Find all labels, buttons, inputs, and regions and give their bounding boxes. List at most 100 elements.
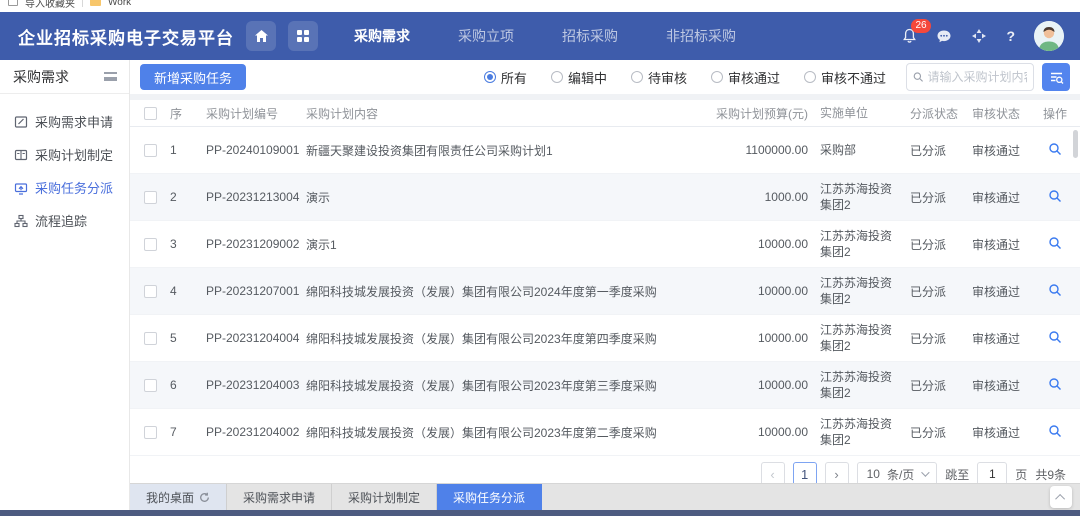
row-checkbox[interactable] [144, 332, 157, 345]
collapse-up-button[interactable] [1050, 486, 1072, 508]
view-detail-button[interactable] [1048, 236, 1062, 250]
filter-approved[interactable]: 审核通过 [711, 68, 780, 87]
advanced-search-button[interactable] [1042, 63, 1070, 91]
view-detail-button[interactable] [1048, 424, 1062, 438]
view-detail-button[interactable] [1048, 189, 1062, 203]
sidebar-item-label: 采购需求申请 [35, 112, 113, 131]
filter-rejected[interactable]: 审核不通过 [804, 68, 886, 87]
radio-icon [484, 71, 496, 83]
row-checkbox[interactable] [144, 285, 157, 298]
magnifier-icon [1048, 283, 1062, 297]
sidebar: 采购需求 采购需求申请 采购计划制定 [0, 60, 130, 510]
chevron-up-icon [1055, 493, 1065, 503]
list-search-icon [1049, 70, 1064, 85]
sidebar-title: 采购需求 [13, 67, 69, 87]
row-checkbox[interactable] [144, 379, 157, 392]
sidebar-item-process-track[interactable]: 流程追踪 [0, 204, 129, 237]
table-row: 1 PP-20240109001 新疆天聚建设投资集团有限责任公司采购计划1 1… [130, 127, 1080, 174]
table-row: 4 PP-20231207001 绵阳科技城发展投资（发展）集团有限公司2024… [130, 268, 1080, 315]
home-button[interactable] [246, 21, 276, 51]
table-row: 6 PP-20231204003 绵阳科技城发展投资（发展）集团有限公司2023… [130, 362, 1080, 409]
dispatch-share-icon [14, 181, 28, 195]
table-row: 5 PP-20231204004 绵阳科技城发展投资（发展）集团有限公司2023… [130, 315, 1080, 362]
import-bookmarks-icon [8, 0, 18, 6]
sidebar-item-label: 采购计划制定 [35, 145, 113, 164]
table-header-row: 序 采购计划编号 采购计划内容 采购计划预算(元) 实施单位 分派状态 审核状态… [130, 100, 1080, 127]
help-button[interactable]: ? [1006, 28, 1015, 44]
sidebar-item-task-dispatch[interactable]: 采购任务分派 [0, 171, 129, 204]
magnifier-icon [1048, 189, 1062, 203]
select-all-checkbox[interactable] [144, 107, 157, 120]
toolbar: 新增采购任务 所有 编辑中 待审核 审核通过 审核不通过 [130, 60, 1080, 94]
apps-grid-icon [296, 29, 310, 43]
nav-non-bidding-procurement[interactable]: 非招标采购 [666, 26, 736, 46]
folder-icon [90, 0, 101, 6]
filter-editing[interactable]: 编辑中 [551, 68, 607, 87]
table-scrollbar[interactable] [1073, 130, 1078, 158]
magnifier-icon [1048, 142, 1062, 156]
view-detail-button[interactable] [1048, 142, 1062, 156]
row-checkbox[interactable] [144, 238, 157, 251]
magnifier-icon [1048, 377, 1062, 391]
notifications-button[interactable]: 26 [902, 28, 917, 44]
sidebar-item-label: 采购任务分派 [35, 178, 113, 197]
search-box [906, 63, 1034, 91]
bottom-border-strip [0, 510, 1080, 516]
tab-task-dispatch[interactable]: 采购任务分派 [437, 484, 542, 510]
filter-pending-review[interactable]: 待审核 [631, 68, 687, 87]
row-checkbox[interactable] [144, 144, 157, 157]
sidebar-menu: 采购需求申请 采购计划制定 采购任务分派 [0, 94, 129, 237]
content-area: 采购需求 采购需求申请 采购计划制定 [0, 60, 1080, 510]
tab-plan-make[interactable]: 采购计划制定 [332, 484, 437, 510]
app-title: 企业招标采购电子交易平台 [18, 24, 234, 49]
row-checkbox[interactable] [144, 426, 157, 439]
messages-button[interactable] [936, 29, 952, 44]
apps-grid-button[interactable] [288, 21, 318, 51]
table-card: 序 采购计划编号 采购计划内容 采购计划预算(元) 实施单位 分派状态 审核状态… [130, 100, 1080, 483]
search-icon [913, 71, 923, 83]
top-nav: 采购需求 采购立项 招标采购 非招标采购 [354, 26, 736, 46]
tab-demand-apply[interactable]: 采购需求申请 [227, 484, 332, 510]
app-window: 导入收藏夹 Work 企业招标采购电子交易平台 采购需求 采购立项 招标采购 非… [0, 0, 1080, 516]
edit-document-icon [14, 115, 28, 129]
bookmark-import[interactable]: 导入收藏夹 [25, 0, 75, 10]
magnifier-icon [1048, 236, 1062, 250]
radio-icon [804, 71, 816, 83]
table-row: 7 PP-20231204002 绵阳科技城发展投资（发展）集团有限公司2023… [130, 409, 1080, 456]
bookmark-folder-work[interactable]: Work [108, 0, 131, 8]
user-avatar[interactable] [1034, 21, 1064, 51]
view-detail-button[interactable] [1048, 377, 1062, 391]
col-budget: 采购计划预算(元) [658, 105, 808, 122]
search-input[interactable] [927, 70, 1027, 84]
total-count: 共9条 [1035, 466, 1066, 483]
col-plan-content: 采购计划内容 [306, 105, 658, 122]
nav-procurement-initiation[interactable]: 采购立项 [458, 26, 514, 46]
col-plan-code: 采购计划编号 [206, 105, 306, 122]
status-filter-group: 所有 编辑中 待审核 审核通过 审核不通过 [484, 68, 886, 87]
nav-bidding-procurement[interactable]: 招标采购 [562, 26, 618, 46]
divider [82, 0, 83, 7]
tab-my-desktop[interactable]: 我的桌面 [130, 484, 227, 510]
page-suffix: 页 [1015, 466, 1027, 483]
filter-all[interactable]: 所有 [484, 68, 527, 87]
row-checkbox[interactable] [144, 191, 157, 204]
table-row: 3 PP-20231209002 演示1 10000.00 江苏苏海投资集团2 … [130, 221, 1080, 268]
app-header: 企业招标采购电子交易平台 采购需求 采购立项 招标采购 非招标采购 26 [0, 12, 1080, 60]
fullscreen-button[interactable] [971, 28, 987, 44]
view-detail-button[interactable] [1048, 330, 1062, 344]
plan-book-icon [14, 148, 28, 162]
magnifier-icon [1048, 424, 1062, 438]
sidebar-collapse-icon[interactable] [104, 72, 117, 81]
add-task-button[interactable]: 新增采购任务 [140, 64, 246, 90]
sidebar-item-plan-make[interactable]: 采购计划制定 [0, 138, 129, 171]
chat-icon [936, 29, 952, 44]
radio-icon [551, 71, 563, 83]
radio-icon [711, 71, 723, 83]
main-panel: 新增采购任务 所有 编辑中 待审核 审核通过 审核不通过 [130, 60, 1080, 510]
nav-procurement-demand[interactable]: 采购需求 [354, 26, 410, 46]
header-actions: 26 ? [902, 21, 1064, 51]
avatar-person-icon [1034, 21, 1064, 51]
sidebar-item-demand-apply[interactable]: 采购需求申请 [0, 105, 129, 138]
view-detail-button[interactable] [1048, 283, 1062, 297]
flow-track-icon [14, 214, 28, 228]
